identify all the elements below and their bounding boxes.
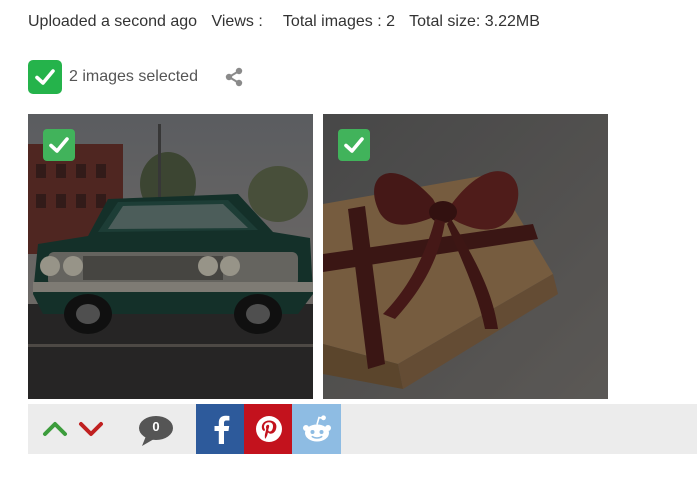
comment-count: 0 — [152, 419, 160, 434]
downvote-icon[interactable] — [78, 418, 104, 445]
share-facebook-button[interactable] — [196, 404, 245, 454]
share-pinterest-button[interactable] — [244, 404, 293, 454]
image-select-checkbox[interactable] — [338, 129, 370, 161]
check-icon — [49, 137, 69, 153]
image-tile-gift[interactable] — [323, 114, 608, 399]
comment-button[interactable]: 0 — [138, 415, 176, 447]
check-icon — [344, 137, 364, 153]
upvote-icon[interactable] — [42, 418, 68, 445]
selected-count-label: 2 images selected — [69, 68, 198, 85]
action-bar: 0 — [28, 404, 697, 454]
select-all-checkbox[interactable] — [28, 60, 62, 94]
image-tile-car[interactable] — [28, 114, 313, 399]
views-count: Views : — [211, 13, 263, 30]
pinterest-icon — [255, 416, 282, 442]
total-size: Total size: 3.22MB — [409, 13, 540, 30]
upload-meta: Uploaded a second ago Views : Total imag… — [28, 13, 550, 31]
share-reddit-button[interactable] — [292, 404, 341, 454]
share-icon[interactable] — [224, 67, 244, 87]
total-images: Total images : 2 — [282, 13, 395, 30]
image-select-checkbox[interactable] — [43, 129, 75, 161]
reddit-icon — [302, 415, 331, 442]
facebook-icon — [214, 415, 229, 444]
uploaded-time: Uploaded a second ago — [28, 13, 198, 30]
check-icon — [35, 69, 55, 85]
selection-bar: 2 images selected — [28, 60, 244, 94]
